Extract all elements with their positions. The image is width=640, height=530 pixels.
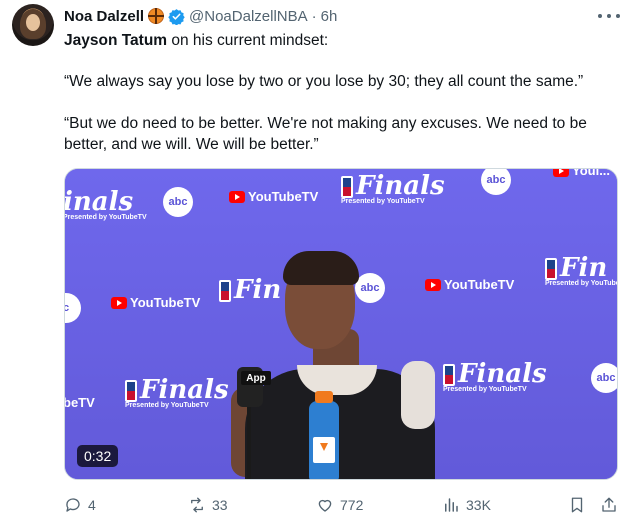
abc-logo: abc — [591, 363, 617, 393]
like-count: 772 — [340, 497, 364, 513]
retweet-count: 33 — [212, 497, 228, 513]
abc-logo: abc — [163, 187, 193, 217]
bottle-cap — [315, 391, 333, 403]
separator-dot: · — [311, 7, 317, 25]
verified-icon — [168, 8, 185, 25]
tweet[interactable]: Noa Dalzell @NoaDalzellNBA · 6h Jayson T… — [0, 0, 640, 530]
finals-logo: Fin Presented by YouTubeTV — [545, 253, 617, 287]
views-icon — [445, 498, 458, 512]
share-button[interactable] — [600, 494, 624, 516]
heart-icon — [318, 499, 332, 512]
tweet-intro: Jayson Tatum on his current mindset: — [64, 30, 624, 51]
youtubetv-logo: YouTubeTV — [111, 295, 200, 310]
basketball-icon — [148, 8, 165, 24]
tweet-header: Noa Dalzell @NoaDalzellNBA · 6h — [64, 6, 337, 26]
action-bar: 4 33 772 33K — [64, 494, 620, 516]
retweet-button[interactable]: 33 — [188, 494, 228, 516]
avatar-face — [26, 14, 40, 31]
mention-jayson-tatum[interactable]: Jayson Tatum — [64, 32, 167, 49]
bottle-label — [313, 437, 335, 463]
finals-logo: Finals Presented by YouTubeTV — [341, 171, 445, 205]
player-sleeve — [401, 361, 435, 429]
video-duration: 0:32 — [77, 445, 119, 467]
youtubetv-logo: beTV — [64, 395, 95, 410]
share-icon — [602, 497, 616, 512]
tweet-quote-1: “We always say you lose by two or you lo… — [64, 73, 584, 90]
tweet-quote-2: “But we do need to be better. We're not … — [64, 115, 587, 153]
player-hair — [283, 251, 359, 285]
reply-icon — [66, 498, 80, 512]
youtubetv-logo: YouTubeTV — [425, 277, 514, 292]
finals-logo: Finals Presented by YouTubeTV — [125, 375, 229, 409]
avatar[interactable] — [12, 4, 54, 46]
reply-count: 4 — [88, 497, 96, 513]
author-handle[interactable]: @NoaDalzellNBA — [189, 8, 308, 25]
finals-sub: Presented by YouTubeTV — [64, 214, 147, 221]
intro-text: on his current mindset: — [167, 32, 329, 49]
like-button[interactable]: 772 — [316, 494, 363, 516]
youtubetv-logo: YouTubeTV — [229, 189, 318, 204]
bookmark-icon — [571, 497, 583, 513]
finals-logo: Fin — [219, 275, 281, 305]
reply-button[interactable]: 4 — [64, 494, 96, 516]
views-button[interactable]: 33K — [442, 494, 491, 516]
more-options-icon[interactable] — [598, 8, 620, 24]
finals-logo: inals Presented by YouTubeTV — [64, 187, 147, 221]
views-count: 33K — [466, 497, 491, 513]
author-name[interactable]: Noa Dalzell — [64, 8, 144, 25]
abc-logo: abc — [355, 273, 385, 303]
retweet-icon — [191, 497, 203, 513]
mic-flag: App — [241, 371, 271, 385]
finals-logo: Finals Presented by YouTubeTV — [443, 359, 547, 393]
bookmark-button[interactable] — [568, 494, 592, 516]
youtubetv-logo: Youi... — [553, 169, 610, 178]
timestamp[interactable]: 6h — [321, 8, 338, 25]
video-player[interactable]: inals Presented by YouTubeTV abc YouTube… — [64, 168, 618, 480]
